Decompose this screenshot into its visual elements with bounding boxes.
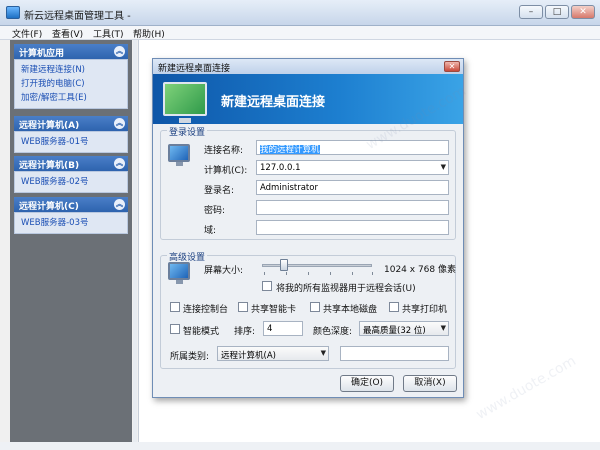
screen-size-slider-thumb[interactable] (280, 259, 288, 271)
sidebar-group-body: WEB服务器-01号 (14, 131, 128, 153)
domain-input[interactable] (256, 220, 449, 235)
computer-combobox[interactable]: 127.0.0.1 ▼ (256, 160, 449, 175)
sidebar-group-body: WEB服务器-03号 (14, 212, 128, 234)
smart-mode-checkbox[interactable] (170, 324, 180, 334)
connection-name-label: 连接名称: (204, 146, 244, 156)
sidebar-item-new-connection[interactable]: 新建远程连接(N) (21, 63, 127, 77)
menu-help[interactable]: 帮助(H) (133, 27, 165, 40)
window-title: 新云远程桌面管理工具 - (24, 11, 131, 22)
sidebar-group-apps: 计算机应用 ︽ 新建远程连接(N) 打开我的电脑(C) 加密/解密工具(E) (14, 44, 128, 109)
console-label: 连接控制台 (183, 305, 229, 315)
category-value: 远程计算机(A) (221, 351, 276, 361)
all-monitors-checkbox[interactable] (262, 281, 272, 291)
splitter-handle[interactable] (133, 40, 137, 442)
collapse-icon[interactable]: ︽ (114, 158, 125, 169)
computer-label: 计算机(C): (204, 166, 248, 176)
slider-tick (264, 272, 265, 275)
sidebar-item-encrypt-tool[interactable]: 加密/解密工具(E) (21, 91, 127, 105)
username-value: Administrator (260, 183, 318, 193)
sidebar-group-remote-b: 远程计算机(B) ︽ WEB服务器-02号 (14, 156, 128, 193)
slider-tick (308, 272, 309, 275)
sidebar-header-label: 远程计算机(C) (19, 202, 79, 212)
sidebar-item-my-computer[interactable]: 打开我的电脑(C) (21, 77, 127, 91)
collapse-icon[interactable]: ︽ (114, 199, 125, 210)
slider-tick (372, 272, 373, 275)
menu-view[interactable]: 查看(V) (52, 27, 83, 40)
dialog-title: 新建远程桌面连接 (158, 64, 231, 74)
login-settings-legend: 登录设置 (167, 125, 208, 138)
slider-tick (330, 272, 331, 275)
console-checkbox[interactable] (170, 302, 180, 312)
sidebar-item-web-server-02[interactable]: WEB服务器-02号 (21, 175, 127, 189)
local-disk-label: 共享本地磁盘 (323, 305, 378, 315)
title-bar: 新云远程桌面管理工具 - – □ ✕ (0, 0, 600, 26)
order-input[interactable]: 4 (263, 321, 303, 336)
color-depth-select[interactable]: 最高质量(32 位) ▼ (359, 321, 449, 336)
sidebar-group-remote-c: 远程计算机(C) ︽ WEB服务器-03号 (14, 197, 128, 234)
dialog-banner-title: 新建远程桌面连接 (221, 95, 326, 110)
color-depth-value: 最高质量(32 位) (363, 326, 426, 336)
username-label: 登录名: (204, 186, 235, 196)
sidebar-header-remote-c[interactable]: 远程计算机(C) ︽ (14, 197, 128, 212)
collapse-icon[interactable]: ︽ (114, 46, 125, 57)
collapse-icon[interactable]: ︽ (114, 118, 125, 129)
sidebar-item-web-server-03[interactable]: WEB服务器-03号 (21, 216, 127, 230)
app-icon (6, 6, 20, 19)
domain-label: 域: (204, 226, 217, 236)
sidebar-header-label: 远程计算机(B) (19, 161, 80, 171)
password-input[interactable] (256, 200, 449, 215)
slider-tick (352, 272, 353, 275)
sidebar-header-label: 远程计算机(A) (19, 121, 80, 131)
smart-mode-label: 智能模式 (183, 327, 220, 337)
close-button[interactable]: ✕ (571, 5, 595, 19)
username-input[interactable]: Administrator (256, 180, 449, 195)
cancel-button[interactable]: 取消(X) (403, 375, 457, 392)
status-bar (0, 442, 600, 450)
maximize-button[interactable]: □ (545, 5, 569, 19)
sidebar-header-remote-b[interactable]: 远程计算机(B) ︽ (14, 156, 128, 171)
password-label: 密码: (204, 206, 226, 216)
connection-name-input[interactable]: 我的远程计算机 (256, 140, 449, 155)
sidebar-group-body: WEB服务器-02号 (14, 171, 128, 193)
sidebar-header-remote-a[interactable]: 远程计算机(A) ︽ (14, 116, 128, 131)
smartcard-label: 共享智能卡 (251, 305, 297, 315)
sidebar-group-body: 新建远程连接(N) 打开我的电脑(C) 加密/解密工具(E) (14, 59, 128, 109)
local-disk-checkbox[interactable] (310, 302, 320, 312)
sidebar-group-remote-a: 远程计算机(A) ︽ WEB服务器-01号 (14, 116, 128, 153)
chevron-down-icon: ▼ (440, 163, 446, 171)
sidebar-header-apps[interactable]: 计算机应用 ︽ (14, 44, 128, 59)
chevron-down-icon: ▼ (320, 349, 326, 357)
category-select[interactable]: 远程计算机(A) ▼ (217, 346, 329, 361)
computer-icon (168, 144, 190, 166)
minimize-button[interactable]: – (519, 5, 543, 19)
menu-bar: 文件(F) 查看(V) 工具(T) 帮助(H) (0, 26, 600, 40)
printer-checkbox[interactable] (389, 302, 399, 312)
slider-tick (286, 272, 287, 275)
smartcard-checkbox[interactable] (238, 302, 248, 312)
menu-tools[interactable]: 工具(T) (93, 27, 124, 40)
display-icon (168, 262, 190, 284)
menu-file[interactable]: 文件(F) (12, 27, 42, 40)
sidebar-header-label: 计算机应用 (19, 49, 65, 59)
sidebar-item-web-server-01[interactable]: WEB服务器-01号 (21, 135, 127, 149)
sidebar: 计算机应用 ︽ 新建远程连接(N) 打开我的电脑(C) 加密/解密工具(E) 远… (10, 40, 132, 442)
category-extra-input[interactable] (340, 346, 449, 361)
all-monitors-label: 将我的所有监视器用于远程会话(U) (276, 284, 416, 294)
ok-button[interactable]: 确定(O) (340, 375, 394, 392)
screen-size-slider[interactable] (262, 264, 372, 267)
dialog-title-bar: 新建远程桌面连接 ✕ (153, 59, 463, 74)
screen-size-value: 1024 x 768 像素 (384, 265, 456, 275)
dialog-close-button[interactable]: ✕ (444, 61, 460, 72)
category-label: 所属类别: (170, 352, 210, 362)
computer-value: 127.0.0.1 (260, 163, 301, 173)
connection-name-value: 我的远程计算机 (260, 145, 320, 155)
chevron-down-icon: ▼ (440, 324, 446, 332)
printer-label: 共享打印机 (402, 305, 448, 315)
screen-size-label: 屏幕大小: (204, 266, 244, 276)
color-depth-label: 颜色深度: (313, 327, 353, 337)
monitor-icon (163, 82, 207, 123)
order-label: 排序: (234, 327, 256, 337)
